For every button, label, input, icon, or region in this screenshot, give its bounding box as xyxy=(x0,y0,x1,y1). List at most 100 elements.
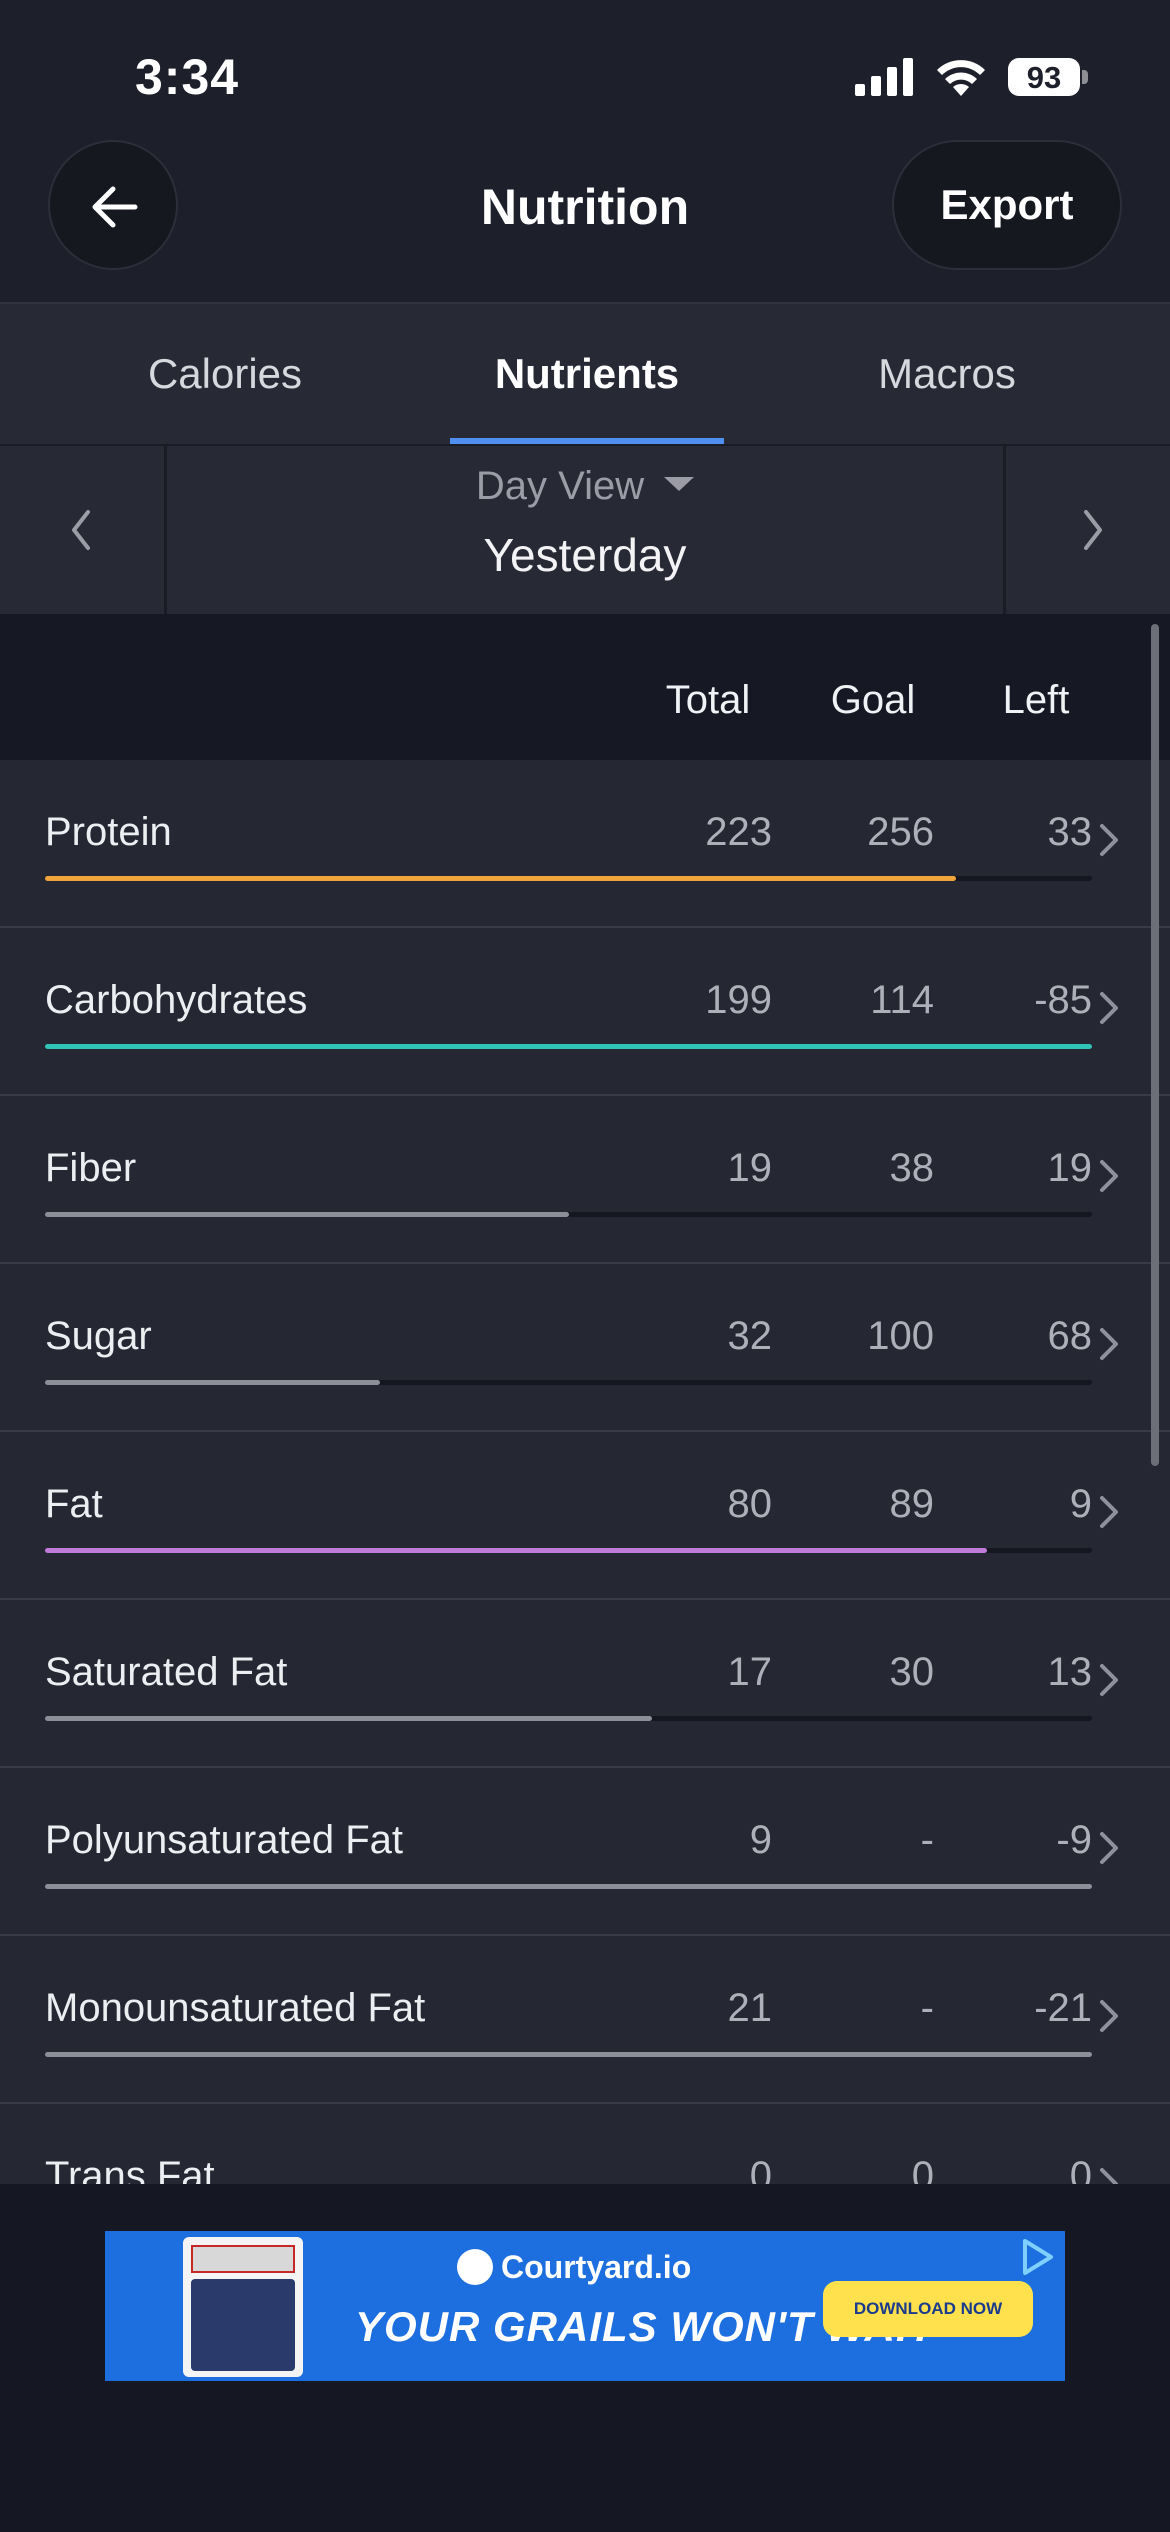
ad-banner[interactable]: Courtyard.io YOUR GRAILS WON'T WAIT DOWN… xyxy=(105,2231,1065,2381)
column-left: Left xyxy=(1002,678,1070,722)
progress-fill xyxy=(45,1884,1092,1889)
view-selector-label: Day View xyxy=(475,464,645,508)
nutrient-left: 9 xyxy=(1069,1482,1092,1526)
wifi-icon xyxy=(937,60,985,96)
progress-fill xyxy=(45,1380,380,1385)
nutrient-goal: 0 xyxy=(911,2154,934,2184)
column-goal: Goal xyxy=(830,678,916,722)
nutrient-name: Saturated Fat xyxy=(45,1650,288,1694)
courtyard-logo-icon xyxy=(457,2248,493,2285)
tab-calories[interactable]: Calories xyxy=(0,304,450,444)
nutrient-total: 80 xyxy=(727,1482,773,1526)
progress-track xyxy=(45,876,1092,881)
ad-brand: Courtyard.io xyxy=(457,2248,692,2288)
nutrient-goal: 30 xyxy=(889,1650,935,1694)
nutrient-goal: - xyxy=(920,1986,934,2030)
nutrient-row[interactable]: Fat 80 89 9 xyxy=(0,1432,1170,1600)
cellular-signal-icon xyxy=(855,58,913,96)
chevron-right-icon xyxy=(1100,2168,1118,2184)
chevron-right-icon xyxy=(1100,1832,1118,1864)
nutrient-name: Sugar xyxy=(45,1314,152,1358)
nutrient-left: 19 xyxy=(1047,1146,1093,1190)
scrollbar[interactable] xyxy=(1151,624,1159,1466)
chevron-right-icon xyxy=(1100,1664,1118,1696)
nutrient-row[interactable]: Protein 223 256 33 xyxy=(0,760,1170,928)
nutrient-total: 9 xyxy=(749,1818,772,1862)
nutrient-left: 13 xyxy=(1047,1650,1093,1694)
chevron-right-icon xyxy=(1100,824,1118,856)
progress-fill xyxy=(45,1548,987,1553)
chevron-right-icon xyxy=(1100,2000,1118,2032)
tab-bar: Calories Nutrients Macros xyxy=(0,304,1170,446)
view-selector[interactable]: Day View xyxy=(0,464,1170,509)
ad-brand-name: Courtyard.io xyxy=(501,2249,692,2285)
chevron-right-icon xyxy=(1100,992,1118,1024)
chevron-right-icon xyxy=(1100,1328,1118,1360)
nutrient-total: 32 xyxy=(727,1314,773,1358)
progress-track xyxy=(45,1212,1092,1217)
nutrient-goal: 100 xyxy=(867,1314,934,1358)
nutrient-left: 33 xyxy=(1047,810,1093,854)
next-day-button[interactable] xyxy=(1003,446,1170,614)
header: Nutrition Export xyxy=(0,140,1170,304)
nutrient-goal: - xyxy=(920,1818,934,1862)
nutrient-total: 21 xyxy=(727,1986,773,2030)
status-bar: 3:34 93 xyxy=(0,0,1170,140)
date-navigator: Day View Yesterday xyxy=(0,446,1170,614)
nutrient-row[interactable]: Fiber 19 38 19 xyxy=(0,1096,1170,1264)
nutrient-name: Fiber xyxy=(45,1146,137,1190)
nutrient-total: 223 xyxy=(705,810,772,854)
nutrient-row[interactable]: Sugar 32 100 68 xyxy=(0,1264,1170,1432)
column-header: Total Goal Left xyxy=(0,614,1170,762)
nutrient-goal: 256 xyxy=(867,810,934,854)
nutrient-name: Polyunsaturated Fat xyxy=(45,1818,403,1862)
ad-choices-icon[interactable] xyxy=(1017,2237,1057,2277)
chevron-right-icon xyxy=(1084,510,1102,550)
progress-track xyxy=(45,1884,1092,1889)
export-button[interactable]: Export xyxy=(892,140,1122,270)
nutrient-left: -85 xyxy=(1034,978,1092,1022)
active-tab-indicator xyxy=(450,438,724,444)
selected-day: Yesterday xyxy=(483,529,687,581)
status-time: 3:34 xyxy=(135,49,240,105)
nutrient-row[interactable]: Trans Fat 0 0 0 xyxy=(0,2104,1170,2184)
nutrient-total: 17 xyxy=(727,1650,773,1694)
nutrient-left: 68 xyxy=(1047,1314,1093,1358)
progress-track xyxy=(45,1044,1092,1049)
tab-nutrients[interactable]: Nutrients xyxy=(450,304,724,444)
caret-down-icon xyxy=(664,477,695,492)
nutrient-name: Trans Fat xyxy=(45,2154,215,2184)
progress-fill xyxy=(45,1044,1092,1049)
progress-fill xyxy=(45,2052,1092,2057)
nutrient-goal: 114 xyxy=(870,978,934,1022)
nutrient-left: -9 xyxy=(1056,1818,1092,1862)
progress-track xyxy=(45,1548,1092,1553)
nutrient-name: Fat xyxy=(45,1482,103,1526)
chevron-right-icon xyxy=(1100,1496,1118,1528)
tab-macros[interactable]: Macros xyxy=(724,304,1170,444)
nutrient-left: 0 xyxy=(1069,2154,1092,2184)
nutrient-row[interactable]: Carbohydrates 199 114 -85 xyxy=(0,928,1170,1096)
nutrient-name: Carbohydrates xyxy=(45,978,308,1022)
nutrient-name: Monounsaturated Fat xyxy=(45,1986,426,2030)
nutrient-row[interactable]: Monounsaturated Fat 21 - -21 xyxy=(0,1936,1170,2104)
nutrient-left: -21 xyxy=(1034,1986,1092,2030)
battery-icon: 93 xyxy=(1008,58,1088,96)
nutrient-goal: 38 xyxy=(889,1146,935,1190)
nutrient-list: Protein 223 256 33 Carbohydrates 199 114 -85 Fib… xyxy=(0,760,1170,2184)
chevron-right-icon xyxy=(1100,1160,1118,1192)
ad-download-button[interactable]: DOWNLOAD NOW xyxy=(823,2281,1033,2337)
nutrient-total: 199 xyxy=(705,978,772,1022)
progress-track xyxy=(45,1380,1092,1385)
nutrient-total: 0 xyxy=(749,2154,772,2184)
column-total: Total xyxy=(665,678,751,722)
progress-fill xyxy=(45,876,956,881)
nutrient-row[interactable]: Polyunsaturated Fat 9 - -9 xyxy=(0,1768,1170,1936)
nutrient-row[interactable]: Saturated Fat 17 30 13 xyxy=(0,1600,1170,1768)
nutrient-name: Protein xyxy=(45,810,172,854)
nutrient-goal: 89 xyxy=(889,1482,935,1526)
battery-level: 93 xyxy=(1026,60,1062,95)
progress-track xyxy=(45,2052,1092,2057)
nutrient-total: 19 xyxy=(727,1146,773,1190)
progress-track xyxy=(45,1716,1092,1721)
